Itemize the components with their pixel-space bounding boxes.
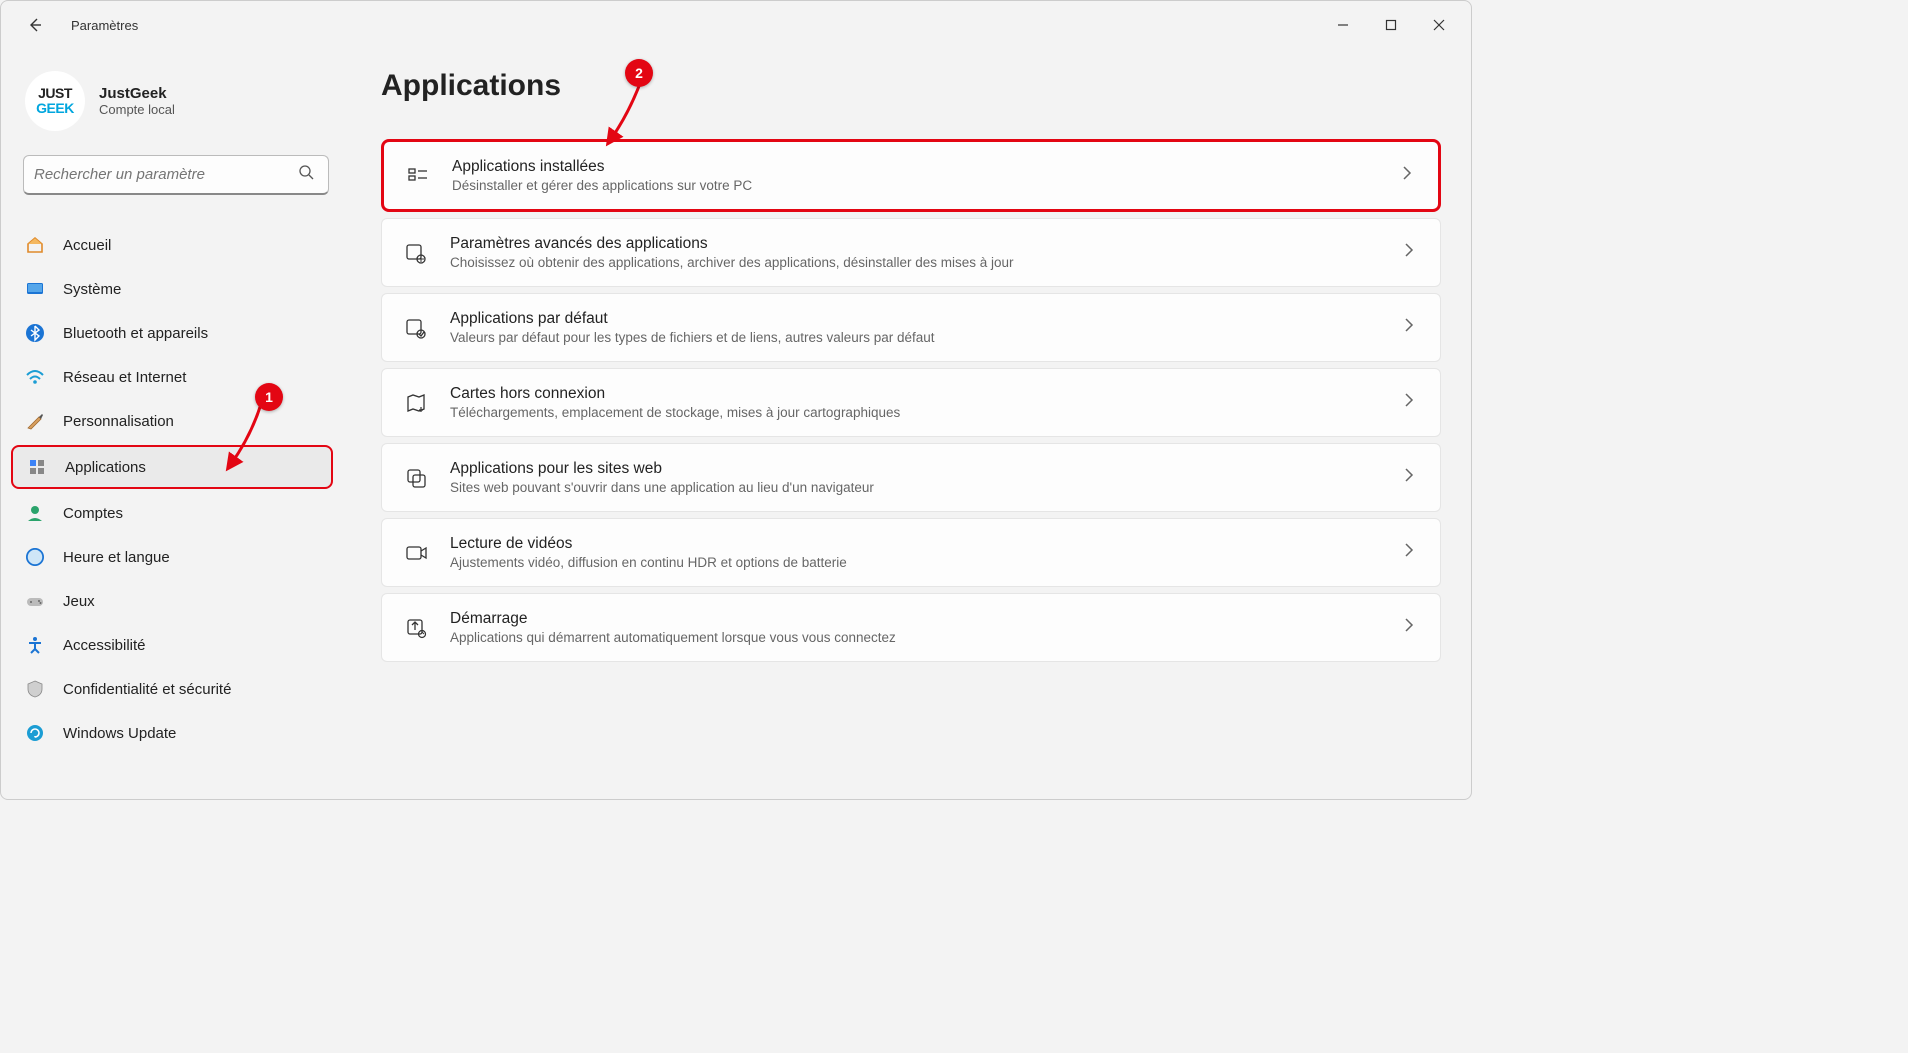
bluetooth-icon bbox=[25, 323, 45, 343]
startup-icon bbox=[402, 614, 430, 642]
user-name: JustGeek bbox=[99, 85, 175, 102]
installed-icon bbox=[404, 162, 432, 190]
card-video[interactable]: Lecture de vidéos Ajustements vidéo, dif… bbox=[381, 518, 1441, 587]
card-title: Applications installées bbox=[452, 158, 1376, 176]
home-icon bbox=[25, 235, 45, 255]
avatar-line1: JUST bbox=[38, 86, 72, 101]
chevron-right-icon bbox=[1398, 393, 1420, 412]
card-title: Applications par défaut bbox=[450, 310, 1378, 328]
card-title: Lecture de vidéos bbox=[450, 535, 1378, 553]
sidebar-item-label: Bluetooth et appareils bbox=[63, 325, 208, 342]
card-default[interactable]: Applications par défaut Valeurs par défa… bbox=[381, 293, 1441, 362]
default-icon bbox=[402, 314, 430, 342]
card-title: Démarrage bbox=[450, 610, 1378, 628]
annotation-badge-2: 2 bbox=[625, 59, 653, 87]
card-desc: Choisissez où obtenir des applications, … bbox=[450, 255, 1378, 270]
brush-icon bbox=[25, 411, 45, 431]
close-button[interactable] bbox=[1415, 5, 1463, 45]
sidebar-item-label: Accueil bbox=[63, 237, 111, 254]
card-desc: Désinstaller et gérer des applications s… bbox=[452, 178, 1376, 193]
annotation-arrow-2 bbox=[599, 73, 659, 153]
card-desc: Valeurs par défaut pour les types de fic… bbox=[450, 330, 1378, 345]
chevron-right-icon bbox=[1396, 166, 1418, 185]
avatar-line2: GEEK bbox=[36, 101, 74, 116]
sidebar-item-label: Comptes bbox=[63, 505, 123, 522]
card-title: Applications pour les sites web bbox=[450, 460, 1378, 478]
chevron-right-icon bbox=[1398, 543, 1420, 562]
close-icon bbox=[1433, 19, 1445, 31]
sites-icon bbox=[402, 464, 430, 492]
sidebar-item-label: Réseau et Internet bbox=[63, 369, 186, 386]
card-title: Paramètres avancés des applications bbox=[450, 235, 1378, 253]
card-advanced[interactable]: Paramètres avancés des applications Choi… bbox=[381, 218, 1441, 287]
games-icon bbox=[25, 591, 45, 611]
back-button[interactable] bbox=[19, 9, 51, 41]
page-title: Applications bbox=[381, 69, 1441, 103]
card-desc: Sites web pouvant s'ouvrir dans une appl… bbox=[450, 480, 1378, 495]
back-arrow-icon bbox=[27, 17, 43, 33]
avatar: JUST GEEK bbox=[25, 71, 85, 131]
sidebar-item-label: Windows Update bbox=[63, 725, 176, 742]
search-input[interactable] bbox=[34, 166, 290, 183]
user-block[interactable]: JUST GEEK JustGeek Compte local bbox=[11, 59, 341, 155]
network-icon bbox=[25, 367, 45, 387]
sidebar-item-apps[interactable]: Applications bbox=[11, 445, 333, 489]
sidebar-item-accounts[interactable]: Comptes bbox=[11, 493, 333, 533]
nav-list: Accueil Système Bluetooth et appareils R… bbox=[11, 225, 341, 753]
accounts-icon bbox=[25, 503, 45, 523]
card-installed[interactable]: Applications installées Désinstaller et … bbox=[381, 139, 1441, 212]
card-desc: Applications qui démarrent automatiqueme… bbox=[450, 630, 1378, 645]
sidebar-item-update[interactable]: Windows Update bbox=[11, 713, 333, 753]
maps-icon bbox=[402, 389, 430, 417]
time-icon bbox=[25, 547, 45, 567]
sidebar-item-games[interactable]: Jeux bbox=[11, 581, 333, 621]
maximize-button[interactable] bbox=[1367, 5, 1415, 45]
sidebar-item-bluetooth[interactable]: Bluetooth et appareils bbox=[11, 313, 333, 353]
sidebar-item-privacy[interactable]: Confidentialité et sécurité bbox=[11, 669, 333, 709]
accessibility-icon bbox=[25, 635, 45, 655]
sidebar-item-label: Jeux bbox=[63, 593, 95, 610]
sidebar-item-label: Système bbox=[63, 281, 121, 298]
advanced-icon bbox=[402, 239, 430, 267]
sidebar-item-label: Applications bbox=[65, 459, 146, 476]
cards-list: Applications installées Désinstaller et … bbox=[381, 139, 1441, 662]
maximize-icon bbox=[1385, 19, 1397, 31]
sidebar-item-accessibility[interactable]: Accessibilité bbox=[11, 625, 333, 665]
sidebar-item-system[interactable]: Système bbox=[11, 269, 333, 309]
sidebar-item-label: Personnalisation bbox=[63, 413, 174, 430]
system-icon bbox=[25, 279, 45, 299]
minimize-icon bbox=[1337, 19, 1349, 31]
sidebar-item-brush[interactable]: Personnalisation bbox=[11, 401, 333, 441]
sidebar-item-network[interactable]: Réseau et Internet bbox=[11, 357, 333, 397]
chevron-right-icon bbox=[1398, 318, 1420, 337]
card-desc: Téléchargements, emplacement de stockage… bbox=[450, 405, 1378, 420]
minimize-button[interactable] bbox=[1319, 5, 1367, 45]
chevron-right-icon bbox=[1398, 618, 1420, 637]
video-icon bbox=[402, 539, 430, 567]
window-title: Paramètres bbox=[71, 18, 138, 33]
settings-window: Paramètres JUST GEEK JustGeek bbox=[0, 0, 1472, 800]
search-box[interactable] bbox=[23, 155, 329, 195]
search-icon bbox=[290, 164, 322, 185]
user-sub: Compte local bbox=[99, 102, 175, 117]
apps-icon bbox=[27, 457, 47, 477]
chevron-right-icon bbox=[1398, 243, 1420, 262]
card-startup[interactable]: Démarrage Applications qui démarrent aut… bbox=[381, 593, 1441, 662]
titlebar: Paramètres bbox=[1, 1, 1471, 49]
sidebar-item-home[interactable]: Accueil bbox=[11, 225, 333, 265]
sidebar-item-time[interactable]: Heure et langue bbox=[11, 537, 333, 577]
sidebar-item-label: Confidentialité et sécurité bbox=[63, 681, 231, 698]
sidebar-item-label: Accessibilité bbox=[63, 637, 146, 654]
card-maps[interactable]: Cartes hors connexion Téléchargements, e… bbox=[381, 368, 1441, 437]
main-panel: JUSTGEEK Applications 2 Applications ins… bbox=[341, 49, 1471, 799]
privacy-icon bbox=[25, 679, 45, 699]
card-desc: Ajustements vidéo, diffusion en continu … bbox=[450, 555, 1378, 570]
card-sites[interactable]: Applications pour les sites web Sites we… bbox=[381, 443, 1441, 512]
sidebar-item-label: Heure et langue bbox=[63, 549, 170, 566]
chevron-right-icon bbox=[1398, 468, 1420, 487]
update-icon bbox=[25, 723, 45, 743]
card-title: Cartes hors connexion bbox=[450, 385, 1378, 403]
sidebar: JUST GEEK JustGeek Compte local bbox=[1, 49, 341, 799]
annotation-badge-1: 1 bbox=[255, 383, 283, 411]
